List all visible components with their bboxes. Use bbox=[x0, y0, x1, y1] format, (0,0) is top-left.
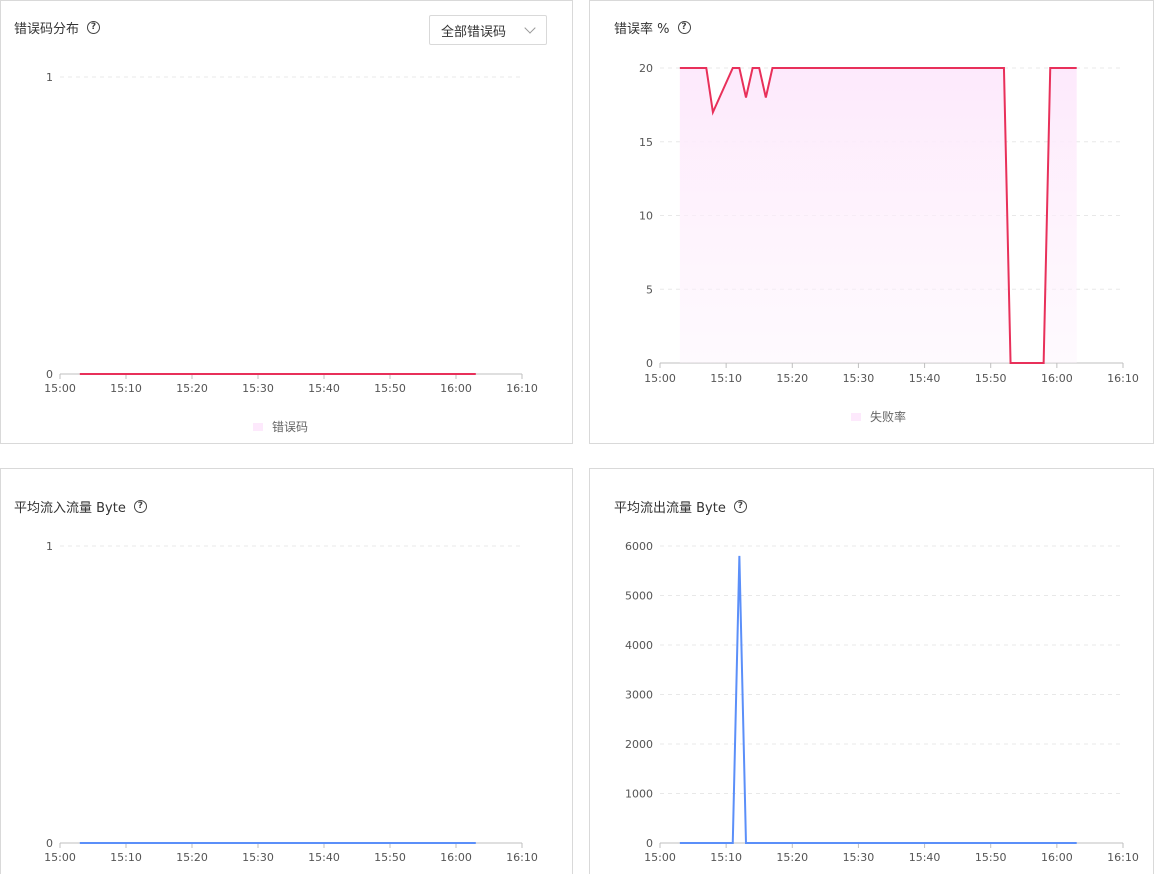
x-tick-label: 15:00 bbox=[44, 382, 76, 395]
y-tick-label: 15 bbox=[639, 136, 653, 149]
x-tick-label: 15:10 bbox=[710, 372, 742, 385]
x-tick-label: 15:40 bbox=[909, 851, 941, 864]
x-tick-label: 15:20 bbox=[776, 372, 808, 385]
x-tick-label: 15:10 bbox=[110, 382, 142, 395]
x-tick-label: 16:00 bbox=[1041, 372, 1073, 385]
x-tick-label: 15:40 bbox=[909, 372, 941, 385]
x-tick-label: 16:10 bbox=[1107, 372, 1139, 385]
x-tick-label: 16:00 bbox=[440, 382, 472, 395]
x-tick-label: 15:30 bbox=[843, 372, 875, 385]
x-tick-label: 15:10 bbox=[110, 851, 142, 864]
chart-canvas: 0 1 15:00 15:10 15:20 15:30 15:40 15:50 16:00 16:… bbox=[44, 71, 538, 395]
x-tick-label: 16:00 bbox=[1041, 851, 1073, 864]
x-tick-label: 15:30 bbox=[242, 851, 274, 864]
y-tick-label: 1 bbox=[46, 540, 53, 553]
x-tick-label: 15:10 bbox=[710, 851, 742, 864]
y-tick-label: 4000 bbox=[625, 639, 653, 652]
x-tick-label: 16:10 bbox=[506, 851, 538, 864]
y-tick-label: 5000 bbox=[625, 590, 653, 603]
x-tick-label: 15:40 bbox=[308, 382, 340, 395]
x-tick-label: 15:00 bbox=[644, 372, 676, 385]
legend-swatch bbox=[851, 412, 861, 421]
legend-item[interactable]: 失败率 bbox=[851, 408, 906, 425]
x-tick-label: 16:10 bbox=[1107, 851, 1139, 864]
chart-canvas: 0 1 15:00 15:10 15:20 15:30 15:40 15:50 16:00 16:… bbox=[44, 540, 538, 864]
x-tick-label: 15:50 bbox=[975, 372, 1007, 385]
y-tick-label: 0 bbox=[46, 368, 53, 381]
y-tick-label: 0 bbox=[46, 837, 53, 850]
chart-canvas: 0 5 10 15 20 15:00 15:10 15:20 15:30 15:40 15:50 16… bbox=[639, 62, 1139, 385]
x-tick-label: 16:00 bbox=[440, 851, 472, 864]
y-tick-label: 5 bbox=[646, 283, 653, 296]
avg-outbound-traffic-panel: 平均流出流量 Byte ? 0 1000 2000 3000 4000 5000 6000 1… bbox=[589, 468, 1154, 874]
y-tick-label: 0 bbox=[646, 357, 653, 370]
series-area-fill bbox=[679, 68, 1077, 363]
y-tick-label: 3000 bbox=[625, 689, 653, 702]
x-tick-label: 15:00 bbox=[644, 851, 676, 864]
x-tick-label: 15:00 bbox=[44, 851, 76, 864]
y-tick-label: 6000 bbox=[625, 540, 653, 553]
y-tick-label: 1 bbox=[46, 71, 53, 84]
x-tick-label: 15:30 bbox=[843, 851, 875, 864]
x-tick-label: 15:20 bbox=[776, 851, 808, 864]
x-tick-label: 16:10 bbox=[506, 382, 538, 395]
y-tick-label: 10 bbox=[639, 210, 653, 223]
x-tick-label: 15:20 bbox=[176, 851, 208, 864]
chart-canvas: 0 1000 2000 3000 4000 5000 6000 15:00 15:10 15:20… bbox=[625, 540, 1139, 864]
y-tick-label: 1000 bbox=[625, 788, 653, 801]
y-tick-label: 0 bbox=[646, 837, 653, 850]
legend-swatch bbox=[253, 422, 263, 431]
legend-item[interactable]: 错误码 bbox=[253, 418, 308, 435]
error-code-distribution-panel: 错误码分布 ? 全部错误码 0 1 15:00 15:10 15:20 15:30 15:4… bbox=[0, 0, 573, 444]
legend-label: 失败率 bbox=[870, 410, 907, 424]
x-tick-label: 15:50 bbox=[374, 382, 406, 395]
y-tick-label: 20 bbox=[639, 62, 653, 75]
series-line bbox=[679, 555, 1077, 844]
y-tick-label: 2000 bbox=[625, 738, 653, 751]
x-tick-label: 15:50 bbox=[374, 851, 406, 864]
x-tick-label: 15:20 bbox=[176, 382, 208, 395]
legend-label: 错误码 bbox=[272, 420, 309, 434]
avg-inbound-traffic-panel: 平均流入流量 Byte ? 0 1 15:00 15:10 15:20 15:30 15:4… bbox=[0, 468, 573, 874]
error-rate-panel: 错误率 % ? 0 5 10 15 20 15:00 15:10 15:20 15:30 15:4… bbox=[589, 0, 1154, 444]
x-tick-label: 15:50 bbox=[975, 851, 1007, 864]
x-tick-label: 15:40 bbox=[308, 851, 340, 864]
x-tick-label: 15:30 bbox=[242, 382, 274, 395]
